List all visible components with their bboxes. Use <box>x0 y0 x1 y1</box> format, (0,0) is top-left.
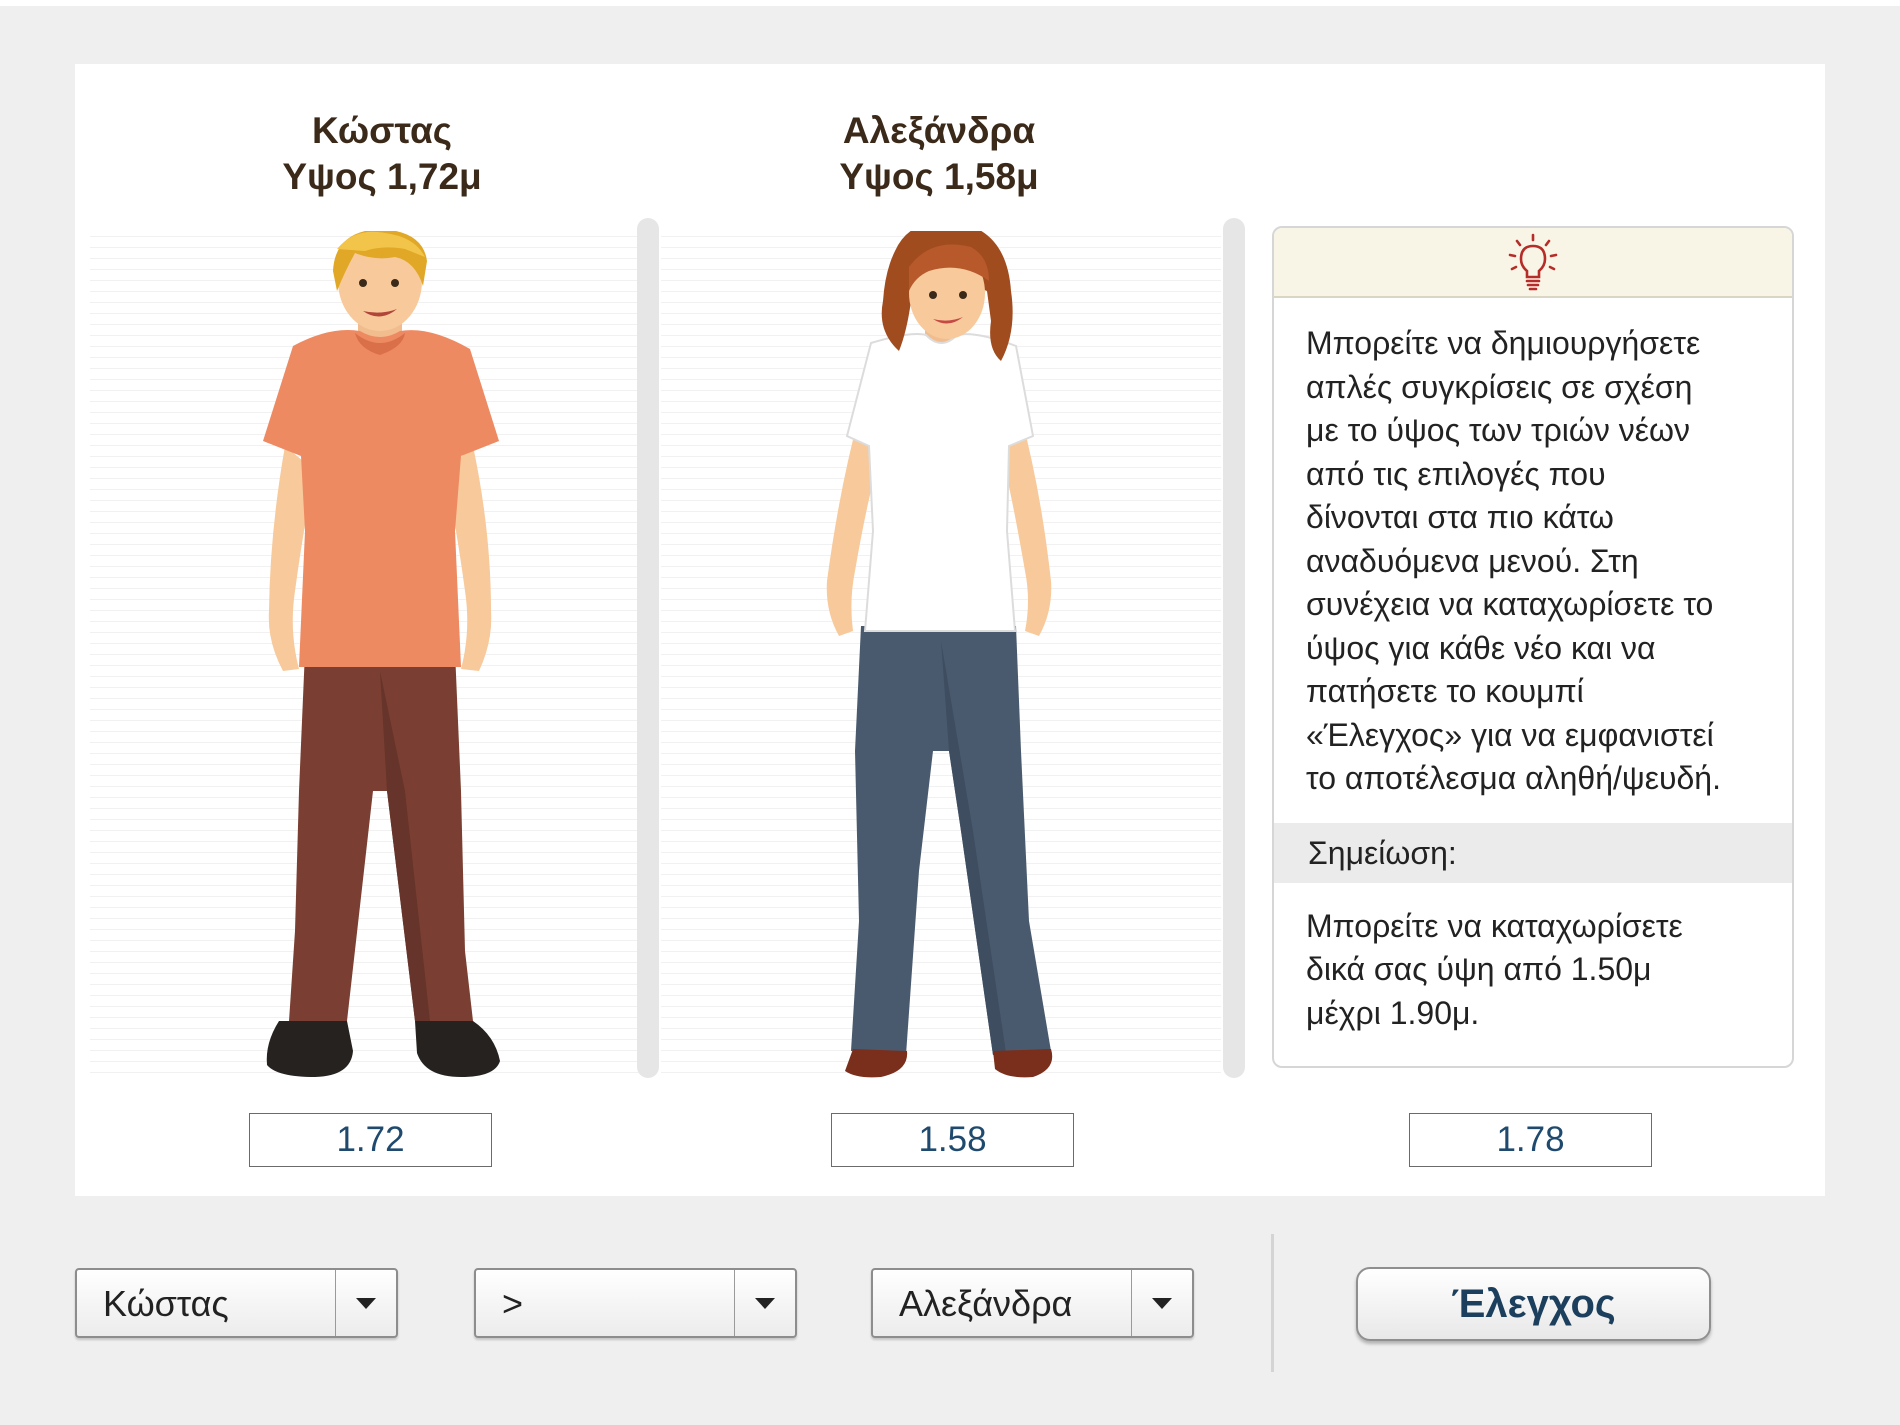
tip-note-text: Μπορείτε να καταχωρίσετε δικά σας ύψη απ… <box>1306 907 1683 1031</box>
person2-dropdown-arrow[interactable] <box>1131 1270 1192 1336</box>
top-strip <box>0 0 1900 6</box>
chevron-down-icon <box>755 1298 775 1309</box>
operator-dropdown-arrow[interactable] <box>734 1270 795 1336</box>
kostas-title: Κώστας Υψος 1,72μ <box>172 108 592 200</box>
alexandra-figure <box>826 231 1053 1078</box>
tip-panel: Μπορείτε να δημιουργήσετε απλές συγκρίσε… <box>1272 226 1794 1068</box>
chevron-down-icon <box>356 1298 376 1309</box>
person2-select[interactable]: Αλεξάνδρα <box>871 1268 1194 1338</box>
divider-rail-2 <box>1223 218 1245 1078</box>
divider-rail-1 <box>637 218 659 1078</box>
third-height-input[interactable]: 1.78 <box>1409 1113 1652 1167</box>
operator-select[interactable]: > <box>474 1268 797 1338</box>
kostas-figure <box>263 231 500 1077</box>
check-button[interactable]: Έλεγχος <box>1356 1267 1711 1341</box>
kostas-name: Κώστας <box>312 110 452 151</box>
person1-select-value: Κώστας <box>103 1283 229 1324</box>
lightbulb-icon <box>1508 233 1558 291</box>
chevron-down-icon <box>1152 1298 1172 1309</box>
alexandra-height-label: Υψος 1,58μ <box>839 156 1039 197</box>
alexandra-name: Αλεξάνδρα <box>842 110 1036 151</box>
alexandra-height-input[interactable]: 1.58 <box>831 1113 1074 1167</box>
operator-select-value: > <box>502 1283 524 1324</box>
tip-header <box>1274 228 1792 298</box>
tip-note-title: Σημείωση: <box>1274 822 1792 883</box>
main-panel: Κώστας Υψος 1,72μ 1.72 Αλεξάνδρα Υψος 1,… <box>75 64 1825 1196</box>
person1-select[interactable]: Κώστας <box>75 1268 398 1338</box>
tip-text: Μπορείτε να δημιουργήσετε απλές συγκρίσε… <box>1306 325 1721 796</box>
alexandra-title: Αλεξάνδρα Υψος 1,58μ <box>729 108 1149 200</box>
person2-select-value: Αλεξάνδρα <box>899 1283 1073 1324</box>
kostas-height-label: Υψος 1,72μ <box>282 156 482 197</box>
tip-note-body: Μπορείτε να καταχωρίσετε δικά σας ύψη απ… <box>1274 883 1792 1036</box>
person1-dropdown-arrow[interactable] <box>335 1270 396 1336</box>
controls-divider <box>1271 1234 1274 1372</box>
tip-body: Μπορείτε να δημιουργήσετε απλές συγκρίσε… <box>1274 298 1792 801</box>
kostas-height-input[interactable]: 1.72 <box>249 1113 492 1167</box>
